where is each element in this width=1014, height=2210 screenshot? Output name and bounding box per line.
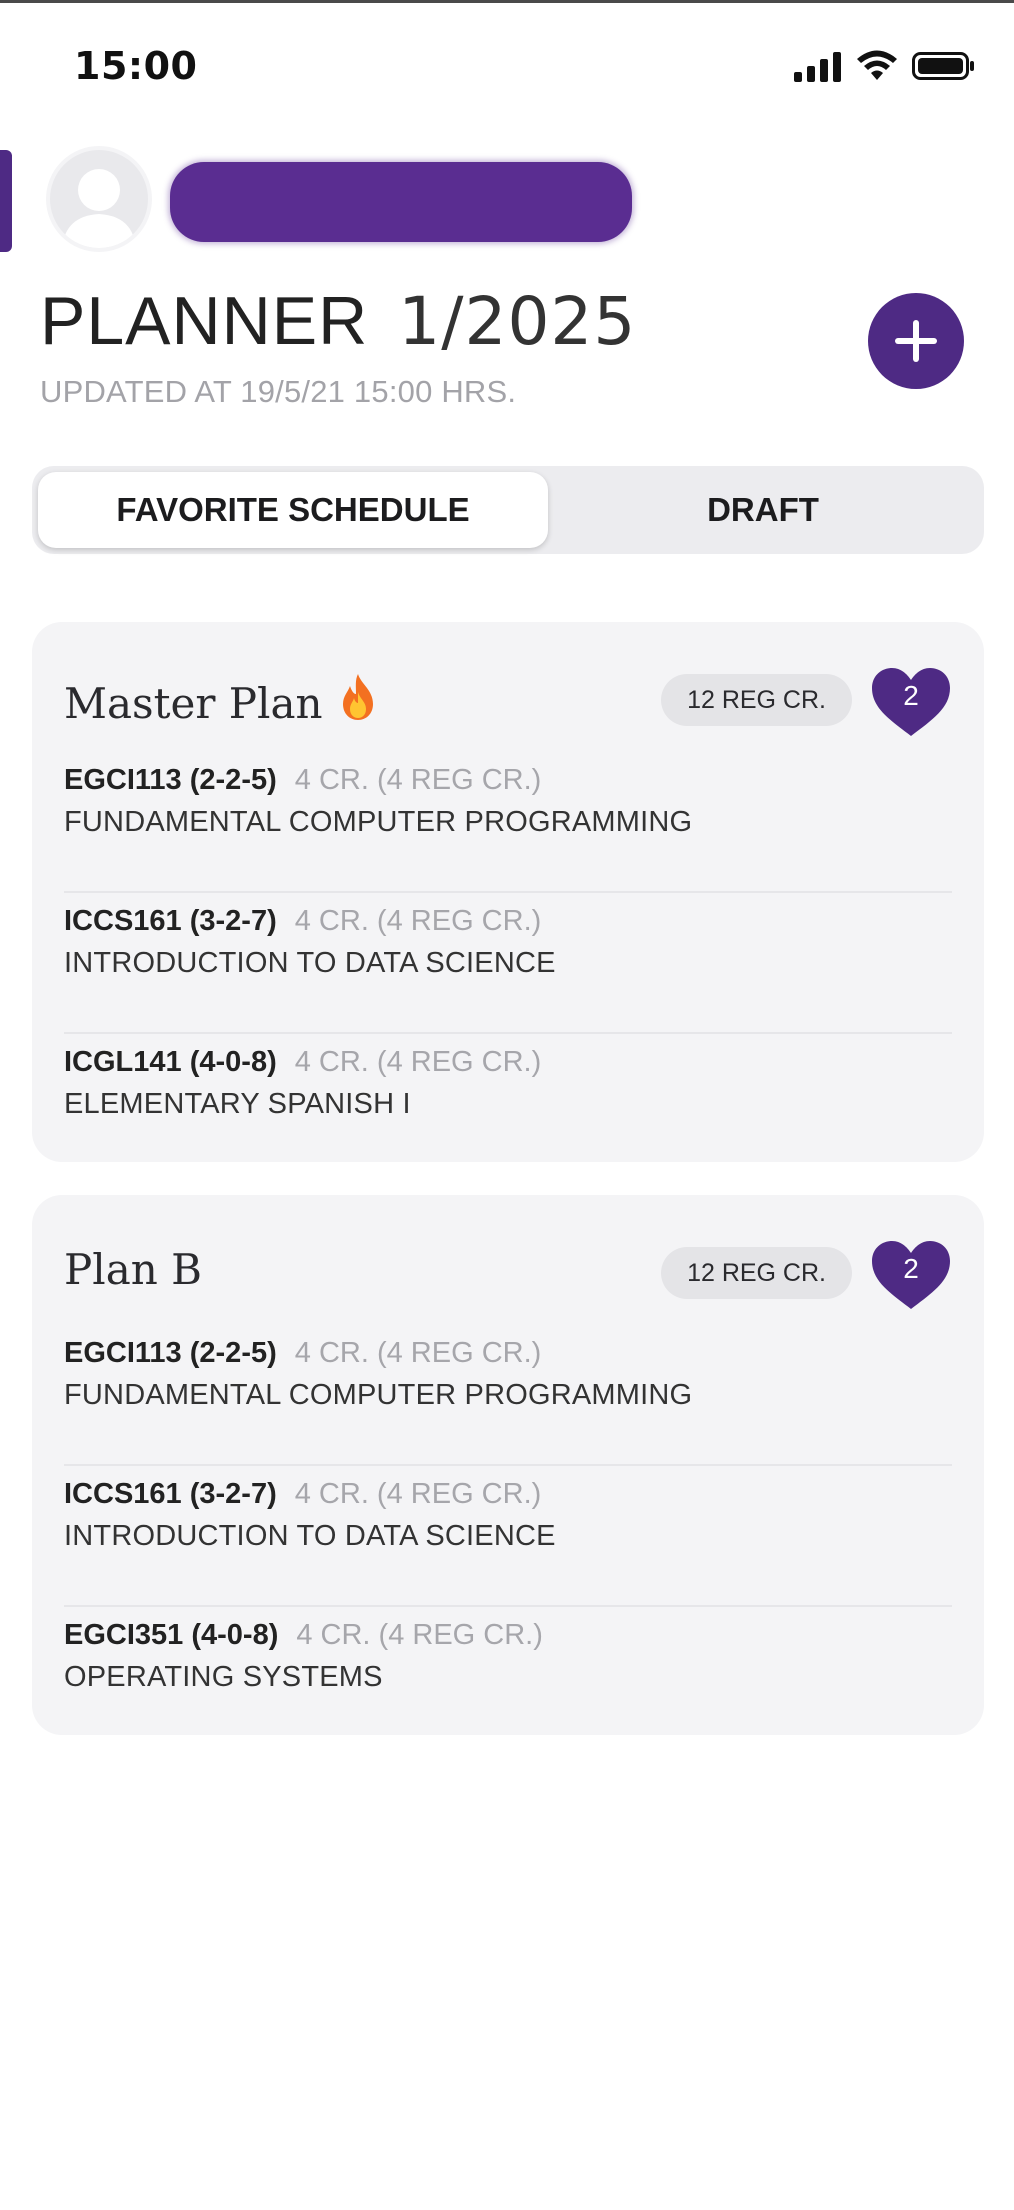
updated-timestamp: UPDATED AT 19/5/21 15:00 HRS. (40, 374, 517, 409)
tab-favorite-schedule[interactable]: FAVORITE SCHEDULE (38, 472, 548, 548)
course-name: FUNDAMENTAL COMPUTER PROGRAMMING (64, 806, 693, 838)
credit-badge: 12 REG CR. (661, 1247, 852, 1299)
favorite-heart-button[interactable]: 2 (870, 1239, 952, 1311)
course-list: EGCI113 (2-2-5) 4 CR. (4 REG CR.) FUNDAME… (64, 1325, 952, 1748)
course-item[interactable]: EGCI113 (2-2-5) 4 CR. (4 REG CR.) FUNDAME… (64, 752, 952, 893)
avatar[interactable] (46, 146, 152, 252)
course-name: FUNDAMENTAL COMPUTER PROGRAMMING (64, 1379, 693, 1411)
course-name: ELEMENTARY SPANISH I (64, 1088, 411, 1120)
course-name: INTRODUCTION TO DATA SCIENCE (64, 1520, 556, 1552)
course-code: EGCI113 (2-2-5) (64, 1337, 277, 1369)
plus-icon (895, 320, 937, 362)
course-name: INTRODUCTION TO DATA SCIENCE (64, 947, 556, 979)
plan-name: Plan B (64, 1245, 202, 1294)
plan-name: Master Plan (64, 672, 381, 732)
favorite-count: 2 (903, 680, 919, 711)
course-credits: 4 CR. (4 REG CR.) (294, 1046, 542, 1078)
term-label: 1/2025 (398, 283, 637, 360)
course-item[interactable]: ICCS161 (3-2-7) 4 CR. (4 REG CR.) INTRODU… (64, 1466, 952, 1607)
status-bar: 15:00 (0, 30, 1014, 110)
course-code: ICGL141 (4-0-8) (64, 1046, 277, 1078)
course-code: EGCI113 (2-2-5) (64, 764, 277, 796)
status-time: 15:00 (74, 44, 198, 88)
plan-name-text: Master Plan (64, 679, 323, 728)
plan-card-header: Master Plan 12 REG CR. 2 (64, 666, 952, 736)
battery-icon (912, 52, 974, 80)
side-accent-bar (0, 150, 12, 252)
tab-draft[interactable]: DRAFT (548, 472, 978, 548)
course-credits: 4 CR. (4 REG CR.) (294, 1478, 542, 1510)
status-icons (794, 50, 976, 82)
fire-icon (335, 672, 381, 732)
course-item[interactable]: EGCI351 (4-0-8) 4 CR. (4 REG CR.) OPERATI… (64, 1607, 952, 1748)
favorite-count: 2 (903, 1253, 919, 1284)
page-title: PLANNER 1/2025 (40, 282, 636, 360)
course-code: EGCI351 (4-0-8) (64, 1619, 279, 1651)
wifi-icon (857, 50, 897, 80)
user-name-redacted (170, 162, 632, 242)
course-item[interactable]: ICCS161 (3-2-7) 4 CR. (4 REG CR.) INTRODU… (64, 893, 952, 1034)
plan-card[interactable]: Plan B 12 REG CR. 2 EGCI113 (2-2-5) 4 CR.… (32, 1195, 984, 1735)
course-credits: 4 CR. (4 REG CR.) (296, 1619, 543, 1651)
plan-card-header: Plan B 12 REG CR. 2 (64, 1239, 952, 1309)
planner-title: PLANNER (40, 283, 369, 359)
plan-card[interactable]: Master Plan 12 REG CR. 2 EGCI113 (2-2-5)… (32, 622, 984, 1162)
credit-badge: 12 REG CR. (661, 674, 852, 726)
schedule-tabs: FAVORITE SCHEDULE DRAFT (32, 466, 984, 554)
signal-icon (794, 52, 841, 82)
course-credits: 4 CR. (4 REG CR.) (294, 764, 542, 796)
course-list: EGCI113 (2-2-5) 4 CR. (4 REG CR.) FUNDAME… (64, 752, 952, 1175)
course-item[interactable]: EGCI113 (2-2-5) 4 CR. (4 REG CR.) FUNDAME… (64, 1325, 952, 1466)
course-item[interactable]: ICGL141 (4-0-8) 4 CR. (4 REG CR.) ELEMENT… (64, 1034, 952, 1175)
add-plan-button[interactable] (868, 293, 964, 389)
course-credits: 4 CR. (4 REG CR.) (294, 1337, 542, 1369)
course-code: ICCS161 (3-2-7) (64, 1478, 277, 1510)
user-avatar-icon (62, 169, 136, 248)
course-credits: 4 CR. (4 REG CR.) (294, 905, 542, 937)
course-code: ICCS161 (3-2-7) (64, 905, 277, 937)
favorite-heart-button[interactable]: 2 (870, 666, 952, 738)
top-divider (0, 0, 1014, 3)
course-name: OPERATING SYSTEMS (64, 1661, 383, 1693)
